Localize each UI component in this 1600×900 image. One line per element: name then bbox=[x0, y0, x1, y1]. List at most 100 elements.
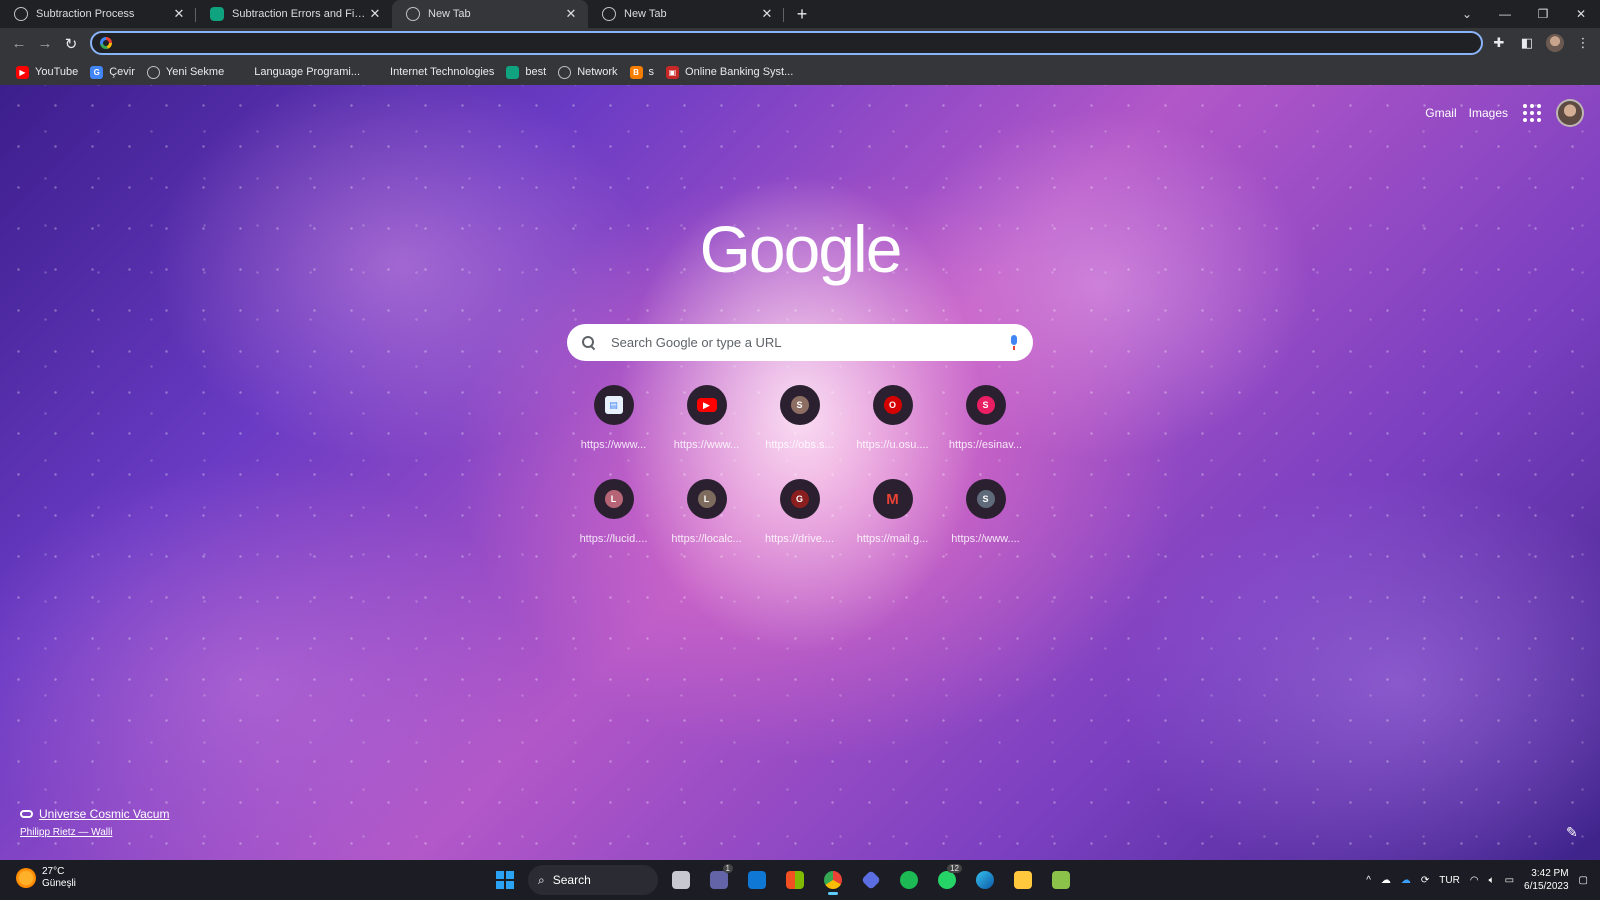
clock[interactable]: 3:42 PM 6/15/2023 bbox=[1524, 867, 1569, 893]
tab-title: New Tab bbox=[428, 8, 471, 20]
volume-icon[interactable]: 🔈︎ bbox=[1489, 875, 1495, 886]
bookmark-label: Çevir bbox=[109, 66, 135, 78]
tab-subtraction-errors[interactable]: Subtraction Errors and Fixes ✕ bbox=[196, 0, 392, 28]
close-window-icon[interactable]: ✕ bbox=[1562, 0, 1600, 28]
language-indicator[interactable]: TUR bbox=[1439, 875, 1460, 886]
shortcut-tile[interactable]: S https://www.... bbox=[939, 477, 1032, 553]
shortcut-icon-circle: S bbox=[965, 479, 1006, 519]
restore-icon[interactable]: ❐ bbox=[1524, 0, 1562, 28]
bookmark-network[interactable]: Network bbox=[552, 61, 623, 83]
shortcut-icon-circle: S bbox=[965, 385, 1006, 425]
bookmark-cevir[interactable]: G Çevir bbox=[84, 61, 141, 83]
tab-search-icon[interactable]: ⌄ bbox=[1448, 0, 1486, 28]
bookmarks-bar: ▶ YouTube G Çevir Yeni Sekme Language Prog… bbox=[0, 59, 1600, 85]
tab-new-tab-active[interactable]: New Tab ✕ bbox=[392, 0, 588, 28]
weather-temp: 27°C bbox=[42, 866, 65, 877]
chrome-taskbar-icon[interactable] bbox=[818, 864, 848, 896]
shortcut-tile[interactable]: ▤ https://www... bbox=[567, 383, 660, 459]
shortcut-tile[interactable]: G https://drive.... bbox=[753, 477, 846, 553]
google-apps-icon[interactable] bbox=[1520, 101, 1544, 125]
shortcut-tile[interactable]: S https://obs.s... bbox=[753, 383, 846, 459]
images-link[interactable]: Images bbox=[1469, 106, 1508, 120]
shortcut-label: https://lucid.... bbox=[579, 533, 648, 545]
teams-badge: 1 bbox=[722, 864, 733, 873]
search-input[interactable] bbox=[611, 335, 1009, 350]
weather-desc: Güneşli bbox=[42, 878, 76, 889]
account-avatar[interactable] bbox=[1556, 99, 1584, 127]
reload-icon[interactable]: ↻ bbox=[58, 31, 84, 57]
shortcut-label: https://localc... bbox=[671, 533, 742, 545]
gmail-link[interactable]: Gmail bbox=[1425, 106, 1456, 120]
edge-icon[interactable] bbox=[970, 864, 1000, 896]
mail-icon[interactable] bbox=[742, 864, 772, 896]
spreadsheet-app-icon[interactable] bbox=[1046, 864, 1076, 896]
spotify-glyph bbox=[900, 871, 918, 889]
close-icon[interactable]: ✕ bbox=[368, 7, 382, 21]
shortcut-icon-circle: G bbox=[779, 479, 820, 519]
close-icon[interactable]: ✕ bbox=[172, 7, 186, 21]
sync-icon[interactable]: ⟳ bbox=[1421, 875, 1429, 886]
bookmark-online-banking[interactable]: ▣ Online Banking Syst... bbox=[660, 61, 799, 83]
profile-avatar[interactable] bbox=[1544, 31, 1566, 55]
tab-new-tab[interactable]: New Tab ✕ bbox=[588, 0, 784, 28]
teams-icon[interactable]: 1 bbox=[704, 864, 734, 896]
back-icon[interactable]: ← bbox=[6, 31, 32, 57]
shortcut-label: https://mail.g... bbox=[856, 533, 929, 545]
screen: Subtraction Process ✕ Subtraction Errors… bbox=[0, 0, 1600, 900]
background-attribution: Universe Cosmic Vacum Philipp Rietz — Wa… bbox=[20, 807, 169, 838]
bookmark-youtube[interactable]: ▶ YouTube bbox=[10, 61, 84, 83]
microphone-icon[interactable] bbox=[1009, 334, 1019, 351]
attribution-title-link[interactable]: Universe Cosmic Vacum bbox=[20, 807, 169, 821]
letter-icon: S bbox=[976, 490, 995, 508]
minimize-icon[interactable]: — bbox=[1486, 0, 1524, 28]
edge-glyph bbox=[976, 871, 994, 889]
menu-icon[interactable]: ⋮ bbox=[1572, 31, 1594, 55]
google-icon bbox=[100, 37, 112, 49]
close-icon[interactable]: ✕ bbox=[760, 7, 774, 21]
shortcut-tile[interactable]: O https://u.osu.... bbox=[846, 383, 939, 459]
youtube-icon: ▶ bbox=[696, 398, 717, 412]
tab-title: Subtraction Process bbox=[36, 8, 135, 20]
shortcut-tile[interactable]: ▶ https://www... bbox=[660, 383, 753, 459]
bookmark-best[interactable]: best bbox=[500, 61, 552, 83]
taskbar-apps: ⌕ Search 1 12 bbox=[490, 864, 1076, 896]
tab-subtraction-process[interactable]: Subtraction Process ✕ bbox=[0, 0, 196, 28]
weather-widget[interactable]: 27°C Güneşli bbox=[16, 866, 76, 890]
windows-icon bbox=[496, 871, 514, 889]
spotify-icon[interactable] bbox=[894, 864, 924, 896]
bookmark-s[interactable]: Bs bbox=[624, 61, 661, 83]
forward-icon[interactable]: → bbox=[32, 31, 58, 57]
whatsapp-icon[interactable]: 12 bbox=[932, 864, 962, 896]
wifi-icon[interactable]: ◠ bbox=[1470, 875, 1479, 886]
address-bar[interactable] bbox=[90, 31, 1483, 55]
attribution-author-link[interactable]: Philipp Rietz — Walli bbox=[20, 827, 169, 838]
start-button[interactable] bbox=[490, 864, 520, 896]
bookmark-language-programi[interactable]: Language Programi... bbox=[248, 61, 366, 83]
extensions-icon[interactable]: ✚ bbox=[1488, 31, 1510, 55]
taskbar-search[interactable]: ⌕ Search bbox=[528, 865, 658, 895]
chrome-icon bbox=[824, 871, 842, 889]
link-icon bbox=[20, 810, 33, 818]
file-explorer-icon[interactable] bbox=[1008, 864, 1038, 896]
store-icon[interactable] bbox=[780, 864, 810, 896]
whatsapp-badge: 12 bbox=[947, 864, 962, 873]
cloud-icon[interactable]: ☁ bbox=[1381, 875, 1391, 886]
side-panel-icon[interactable]: ◧ bbox=[1516, 31, 1538, 55]
chevron-up-icon[interactable]: ^ bbox=[1366, 875, 1371, 886]
shortcut-tile[interactable]: L https://localc... bbox=[660, 477, 753, 553]
app-icon[interactable] bbox=[856, 864, 886, 896]
shortcut-tile[interactable]: M https://mail.g... bbox=[846, 477, 939, 553]
notification-icon[interactable]: ▢ bbox=[1579, 875, 1588, 886]
new-tab-button[interactable]: + bbox=[788, 0, 816, 28]
task-view-icon[interactable] bbox=[666, 864, 696, 896]
taskbar-search-label: Search bbox=[552, 873, 591, 887]
bookmark-yeni-sekme[interactable]: Yeni Sekme bbox=[141, 61, 230, 83]
onedrive-icon[interactable]: ☁ bbox=[1401, 875, 1411, 886]
battery-icon[interactable]: ▭ bbox=[1505, 875, 1514, 886]
shortcut-tile[interactable]: L https://lucid.... bbox=[567, 477, 660, 553]
close-icon[interactable]: ✕ bbox=[564, 7, 578, 21]
shortcut-tile[interactable]: S https://esinav... bbox=[939, 383, 1032, 459]
customize-pencil-icon[interactable]: ✎ bbox=[1566, 824, 1580, 840]
search-box[interactable] bbox=[567, 324, 1033, 361]
bookmark-internet-technologies[interactable]: Internet Technologies bbox=[384, 61, 500, 83]
